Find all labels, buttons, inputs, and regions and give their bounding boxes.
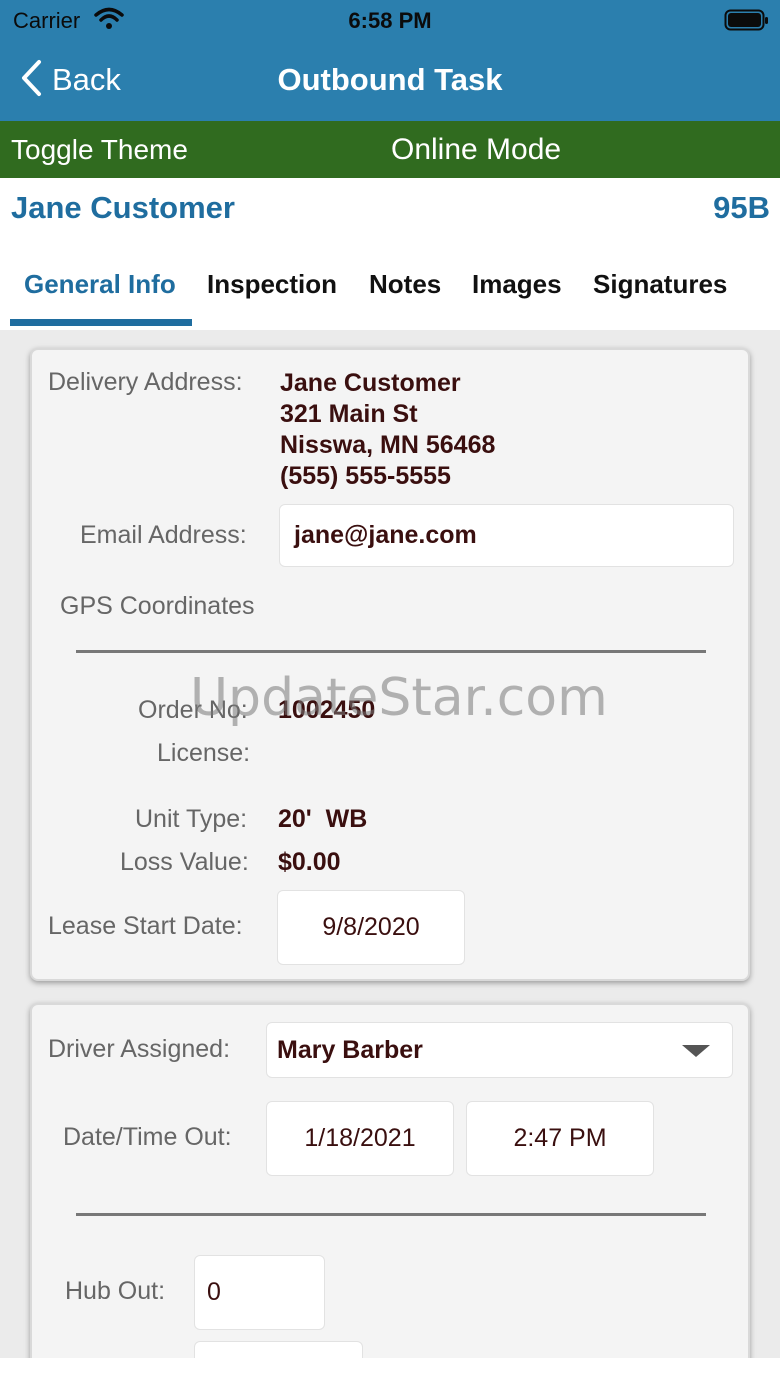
tab-images[interactable]: Images <box>472 269 562 300</box>
address-line: Jane Customer <box>280 369 461 397</box>
loss-value-label: Loss Value: <box>120 848 249 876</box>
unit-type-label: Unit Type: <box>135 805 248 833</box>
driver-select[interactable]: Mary Barber <box>266 1022 733 1078</box>
time-out-value: 2:47 PM <box>513 1124 607 1152</box>
email-value: jane@jane.com <box>294 521 477 549</box>
tab-bar: General Info Inspection Notes Images Sig… <box>0 255 780 330</box>
lease-start-label: Lease Start Date: <box>48 912 243 940</box>
date-out-field[interactable]: 1/18/2021 <box>266 1101 454 1176</box>
email-label: Email Address: <box>80 521 247 549</box>
address-line: (555) 555-5555 <box>280 462 451 490</box>
address-line: 321 Main St <box>280 400 418 428</box>
order-no-value: 1002450 <box>278 696 376 724</box>
tab-inspection[interactable]: Inspection <box>207 269 337 300</box>
page-title: Outbound Task <box>277 62 503 97</box>
delivery-address-label: Delivery Address: <box>48 368 243 396</box>
loss-value-value: $0.00 <box>278 848 341 876</box>
email-field[interactable]: jane@jane.com <box>279 504 734 567</box>
date-time-out-label: Date/Time Out: <box>63 1123 232 1151</box>
unit-id: 95B <box>713 190 770 225</box>
order-no-label: Order No: <box>138 696 248 724</box>
license-label: License: <box>157 739 251 767</box>
hub-out-label: Hub Out: <box>65 1277 166 1305</box>
unit-type-value: 20' WB <box>278 805 368 833</box>
clock-time: 6:58 PM <box>348 8 432 33</box>
tab-signatures[interactable]: Signatures <box>593 269 727 300</box>
toggle-theme-button[interactable]: Toggle Theme <box>11 134 188 166</box>
driver-value: Mary Barber <box>277 1035 423 1064</box>
customer-name: Jane Customer <box>11 190 235 225</box>
divider <box>76 650 706 653</box>
delivery-address-value: Jane Customer 321 Main St Nisswa, MN 564… <box>280 368 495 492</box>
divider <box>76 1213 706 1216</box>
form-content[interactable]: Delivery Address: Jane Customer 321 Main… <box>0 330 780 1358</box>
active-tab-indicator <box>10 319 192 326</box>
general-info-card: Delivery Address: Jane Customer 321 Main… <box>30 348 750 981</box>
online-mode-label: Online Mode <box>391 133 562 166</box>
status-bar: Carrier 6:58 PM <box>0 0 780 40</box>
hub-out-field[interactable]: 0 <box>194 1255 325 1330</box>
hub-out-value: 0 <box>207 1278 221 1306</box>
lease-start-date-field[interactable]: 9/8/2020 <box>277 890 465 965</box>
navigation-bar: Back Outbound Task <box>0 40 780 121</box>
next-field[interactable] <box>194 1341 363 1358</box>
date-out-value: 1/18/2021 <box>304 1124 416 1152</box>
mode-bar: Toggle Theme Online Mode <box>0 121 780 178</box>
time-out-field[interactable]: 2:47 PM <box>466 1101 654 1176</box>
chevron-down-icon <box>682 1045 710 1057</box>
bottom-strip <box>0 1358 780 1387</box>
gps-coordinates-label[interactable]: GPS Coordinates <box>60 592 255 621</box>
lease-start-value: 9/8/2020 <box>322 913 420 941</box>
tab-general-info[interactable]: General Info <box>24 269 176 300</box>
driver-assigned-label: Driver Assigned: <box>48 1035 231 1063</box>
battery-icon <box>724 8 770 37</box>
driver-card: Driver Assigned: Mary Barber Date/Time O… <box>30 1003 750 1358</box>
address-line: Nisswa, MN 56468 <box>280 431 496 459</box>
tab-notes[interactable]: Notes <box>369 269 441 300</box>
